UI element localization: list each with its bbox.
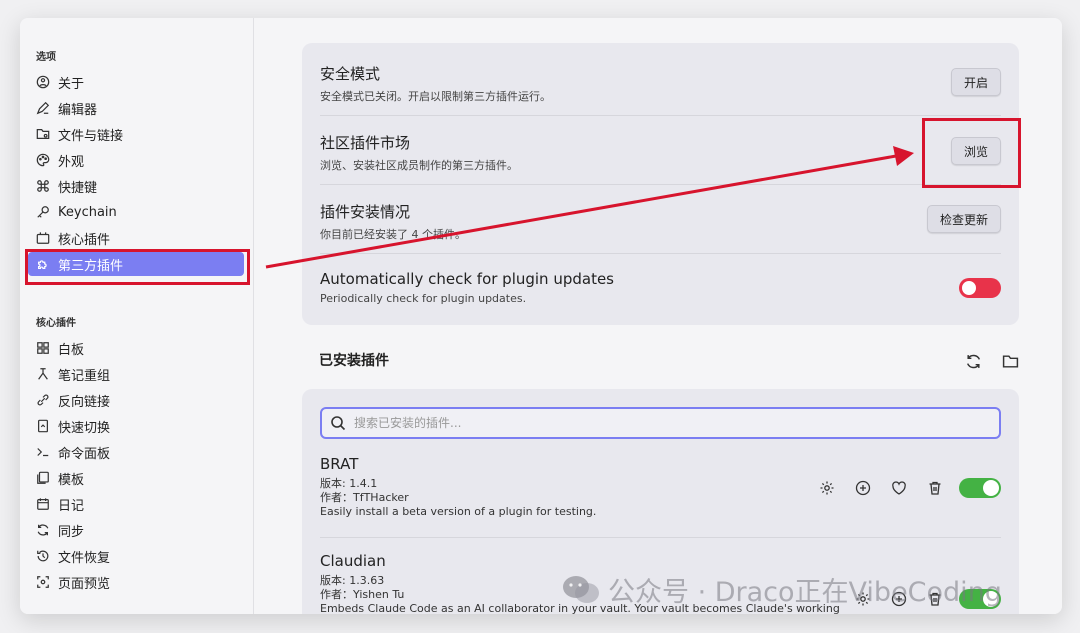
search-icon: [331, 416, 346, 431]
plugin-search-box[interactable]: [320, 407, 1001, 439]
plugin-search-input[interactable]: [354, 416, 954, 430]
preview-icon: [36, 575, 50, 589]
sidebar-item-label: 同步: [58, 524, 85, 540]
sidebar-item-command-palette[interactable]: 命令面板: [28, 440, 244, 464]
sidebar-item-keychain[interactable]: Keychain: [28, 200, 244, 224]
settings-window: ✕ 选项 关于 编辑器 文件与链接 外观 快捷键 Keychain 核: [20, 18, 1062, 614]
watermark: 公众号 · Draco正在VibeCoding: [562, 570, 1002, 609]
grid-icon: [36, 341, 50, 355]
key-icon: [36, 205, 50, 219]
sidebar-item-editor[interactable]: 编辑器: [28, 96, 244, 120]
sidebar-item-page-preview[interactable]: 页面预览: [28, 570, 244, 594]
plugin-desc: Easily install a beta version of a plugi…: [320, 505, 597, 518]
sidebar-item-label: 页面预览: [58, 576, 111, 592]
pencil-icon: [36, 101, 50, 115]
check-updates-button[interactable]: 检查更新: [926, 205, 1001, 233]
calendar-icon: [36, 497, 50, 511]
trash-icon[interactable]: [923, 476, 947, 500]
installed-status-row: 插件安装情况 你目前已经安装了 4 个插件。: [320, 201, 1001, 242]
plug-icon: [36, 231, 50, 245]
annotation-box-browse: [922, 118, 1021, 188]
sidebar-section-title: 核心插件: [36, 318, 76, 329]
merge-icon: [36, 367, 50, 381]
sidebar-item-note-composer[interactable]: 笔记重组: [28, 362, 244, 386]
sync-icon: [36, 523, 50, 537]
plugin-name: BRAT: [320, 455, 359, 473]
open-folder-icon[interactable]: [1000, 351, 1020, 371]
info-circle-icon: [36, 75, 50, 89]
divider: [320, 184, 1001, 185]
divider: [320, 253, 1001, 254]
setting-title: Automatically check for plugin updates: [320, 270, 615, 288]
sidebar-item-label: 文件恢复: [58, 550, 111, 566]
plugin-enable-toggle[interactable]: [959, 478, 1001, 498]
sidebar-item-backlinks[interactable]: 反向链接: [28, 388, 244, 412]
auto-check-row: Automatically check for plugin updates P…: [320, 270, 1001, 305]
sidebar-item-label: 笔记重组: [58, 368, 111, 384]
sidebar-item-label: 日记: [58, 498, 85, 514]
folder-link-icon: [36, 127, 50, 141]
sidebar-item-about[interactable]: 关于: [28, 70, 244, 94]
sidebar-item-files-links[interactable]: 文件与链接: [28, 122, 244, 146]
sidebar-item-canvas[interactable]: 白板: [28, 336, 244, 360]
sidebar-item-label: 编辑器: [58, 102, 98, 118]
auto-check-toggle[interactable]: [959, 278, 1001, 298]
main-panel: 安全模式 安全模式已关闭。开启以限制第三方插件运行。 开启 社区插件市场 浏览、…: [254, 18, 1062, 614]
divider: [320, 115, 1001, 116]
divider: [320, 537, 1001, 538]
terminal-icon: [36, 445, 50, 459]
sidebar-item-hotkeys[interactable]: 快捷键: [28, 174, 244, 198]
setting-desc: 安全模式已关闭。开启以限制第三方插件运行。: [320, 90, 551, 103]
plugin-settings-card: 安全模式 安全模式已关闭。开启以限制第三方插件运行。 开启 社区插件市场 浏览、…: [302, 43, 1019, 325]
safe-mode-button[interactable]: 开启: [950, 68, 1001, 96]
history-icon: [36, 549, 50, 563]
gear-icon[interactable]: [815, 476, 839, 500]
sidebar-item-label: 快速切换: [58, 420, 111, 436]
backlink-icon: [36, 393, 50, 407]
sidebar-item-quick-switcher[interactable]: 快速切换: [28, 414, 244, 438]
community-market-row: 社区插件市场 浏览、安装社区成员制作的第三方插件。: [320, 132, 1001, 173]
annotation-box-sidebar: [25, 249, 250, 285]
setting-desc: Periodically check for plugin updates.: [320, 292, 527, 305]
switch-icon: [36, 419, 50, 433]
command-icon: [36, 179, 50, 193]
sidebar-item-label: 白板: [58, 342, 85, 358]
palette-icon: [36, 153, 50, 167]
sidebar-item-label: Keychain: [58, 204, 117, 220]
sidebar-item-daily-notes[interactable]: 日记: [28, 492, 244, 516]
sidebar-item-label: 模板: [58, 472, 85, 488]
installed-plugins-heading: 已安装插件: [319, 353, 389, 369]
plugin-actions: [815, 476, 1001, 500]
sidebar-item-sync[interactable]: 同步: [28, 518, 244, 542]
sidebar-item-file-recovery[interactable]: 文件恢复: [28, 544, 244, 568]
sidebar-item-core-plugins[interactable]: 核心插件: [28, 226, 244, 250]
setting-title: 安全模式: [320, 65, 381, 83]
reload-icon[interactable]: [963, 351, 983, 371]
sidebar-item-label: 反向链接: [58, 394, 111, 410]
setting-title: 社区插件市场: [320, 134, 411, 152]
setting-desc: 浏览、安装社区成员制作的第三方插件。: [320, 159, 518, 172]
watermark-text: 公众号 · Draco正在VibeCoding: [608, 577, 1002, 608]
template-icon: [36, 471, 50, 485]
setting-title: 插件安装情况: [320, 203, 411, 221]
setting-desc: 你目前已经安装了 4 个插件。: [320, 228, 466, 241]
plugin-name: Claudian: [320, 552, 386, 570]
sidebar-item-label: 快捷键: [58, 180, 98, 196]
plus-circle-icon[interactable]: [851, 476, 875, 500]
sidebar-section-title: 选项: [36, 52, 56, 63]
sidebar-item-appearance[interactable]: 外观: [28, 148, 244, 172]
sidebar: 选项 关于 编辑器 文件与链接 外观 快捷键 Keychain 核心插件 第三方…: [20, 18, 254, 614]
sidebar-item-label: 核心插件: [58, 232, 111, 248]
sidebar-item-label: 外观: [58, 154, 85, 170]
sidebar-item-label: 关于: [58, 76, 85, 92]
safe-mode-row: 安全模式 安全模式已关闭。开启以限制第三方插件运行。: [320, 63, 1001, 104]
sidebar-item-templates[interactable]: 模板: [28, 466, 244, 490]
wechat-icon: [563, 575, 599, 603]
sidebar-item-label: 文件与链接: [58, 128, 124, 144]
heart-icon[interactable]: [887, 476, 911, 500]
sidebar-item-label: 命令面板: [58, 446, 111, 462]
